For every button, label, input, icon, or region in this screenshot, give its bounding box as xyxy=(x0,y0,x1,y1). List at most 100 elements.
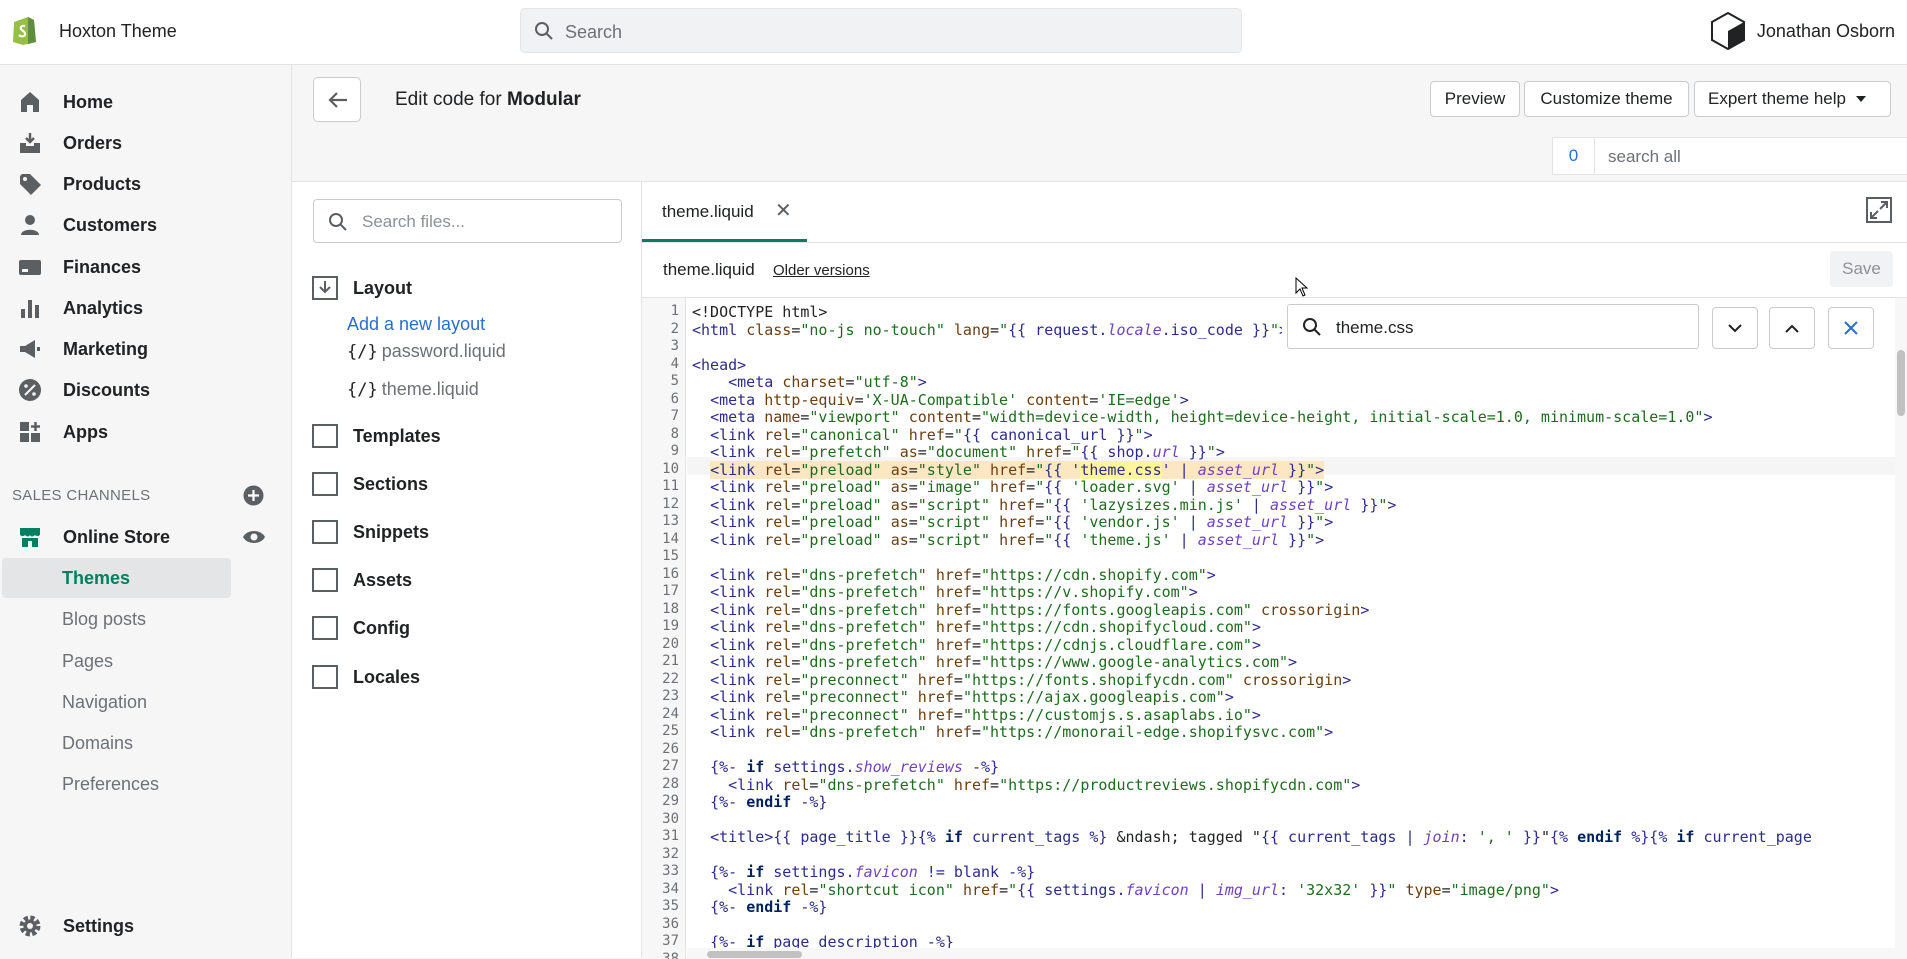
folder-layout[interactable]: Layout xyxy=(312,273,412,303)
search-icon xyxy=(1302,317,1322,337)
line-number: 5 xyxy=(671,373,679,389)
folder-locales[interactable]: Locales xyxy=(312,662,420,692)
line-number: 25 xyxy=(662,723,679,739)
sidebar-item-apps[interactable]: Apps xyxy=(0,412,290,452)
folder-sections[interactable]: Sections xyxy=(312,469,428,499)
sidebar-item-settings[interactable]: Settings xyxy=(0,906,290,946)
line-number: 3 xyxy=(671,338,679,354)
sidebar-item-marketing[interactable]: Marketing xyxy=(0,329,290,369)
line-number: 2 xyxy=(671,321,679,337)
sidebar-item-orders[interactable]: Orders xyxy=(0,123,290,163)
tab-bar-divider xyxy=(642,242,1907,243)
close-icon[interactable]: ✕ xyxy=(775,198,792,223)
code-line: <meta charset="utf-8"> xyxy=(692,373,927,391)
line-number: 33 xyxy=(662,863,679,879)
find-next-button[interactable] xyxy=(1712,307,1758,349)
user-menu[interactable]: Jonathan Osborn xyxy=(1711,10,1895,52)
file-search-input[interactable]: Search files... xyxy=(313,199,622,243)
sidebar-sub-pages[interactable]: Pages xyxy=(2,641,231,681)
scrollbar-thumb[interactable] xyxy=(707,951,802,958)
tab-theme-liquid[interactable]: theme.liquid ✕ xyxy=(642,182,807,242)
folder-config[interactable]: Config xyxy=(312,613,410,643)
folder-assets[interactable]: Assets xyxy=(312,565,412,595)
scrollbar-thumb[interactable] xyxy=(1897,350,1905,416)
file-label: password.liquid xyxy=(382,341,506,361)
sidebar-sub-preferences[interactable]: Preferences xyxy=(2,764,231,804)
line-number: 9 xyxy=(671,443,679,459)
line-number: 35 xyxy=(662,898,679,914)
horizontal-scrollbar[interactable] xyxy=(687,948,1895,959)
folder-snippets[interactable]: Snippets xyxy=(312,517,429,547)
folder-templates[interactable]: Templates xyxy=(312,421,441,451)
sidebar-sub-themes[interactable]: Themes xyxy=(2,558,231,598)
liquid-file-icon: {/} xyxy=(347,380,378,400)
sidebar-item-label: Finances xyxy=(63,257,141,278)
sidebar-sub-domains[interactable]: Domains xyxy=(2,723,231,763)
shopify-logo-icon[interactable] xyxy=(11,14,38,45)
line-number: 18 xyxy=(662,601,679,617)
line-number: 24 xyxy=(662,706,679,722)
code-line: <link rel="dns-prefetch" href="https://c… xyxy=(692,618,1261,636)
sidebar-item-finances[interactable]: Finances xyxy=(0,247,290,287)
sidebar-sub-label: Themes xyxy=(62,568,130,589)
line-number: 6 xyxy=(671,391,679,407)
search-all-input[interactable]: 0 search all xyxy=(1552,137,1907,175)
line-number: 32 xyxy=(662,846,679,862)
line-number: 7 xyxy=(671,408,679,424)
apps-icon xyxy=(18,420,42,444)
sidebar-item-customers[interactable]: Customers xyxy=(0,205,290,245)
line-number: 23 xyxy=(662,688,679,704)
sidebar-item-products[interactable]: Products xyxy=(0,164,290,204)
sidebar-sub-blog-posts[interactable]: Blog posts xyxy=(2,599,231,639)
vertical-scrollbar[interactable] xyxy=(1895,298,1907,959)
code-area[interactable]: 1234567891011121314151617181920212223242… xyxy=(642,297,1907,959)
sidebar-item-label: Settings xyxy=(63,916,134,937)
code-line: <link rel="preload" as="script" href="{{… xyxy=(692,496,1396,514)
sidebar-item-label: Discounts xyxy=(63,380,150,401)
code-line: <link rel="prefetch" as="document" href=… xyxy=(692,443,1225,461)
expand-icon[interactable] xyxy=(1866,197,1892,223)
global-search-input[interactable]: Search xyxy=(520,8,1242,53)
sidebar-item-label: Online Store xyxy=(63,527,170,548)
line-number: 36 xyxy=(662,916,679,932)
arrow-left-icon xyxy=(327,90,349,110)
main-content: Edit code for Modular Preview Customize … xyxy=(292,65,1907,958)
add-new-layout-link[interactable]: Add a new layout xyxy=(347,314,485,335)
older-versions-link[interactable]: Older versions xyxy=(773,262,870,279)
code-line: {%- if settings.show_reviews -%} xyxy=(692,758,999,776)
line-number: 15 xyxy=(662,548,679,564)
save-button[interactable]: Save xyxy=(1830,251,1893,287)
liquid-file-icon: {/} xyxy=(347,342,378,362)
line-number: 31 xyxy=(662,828,679,844)
line-number: 28 xyxy=(662,776,679,792)
sidebar-item-home[interactable]: Home xyxy=(0,82,290,122)
add-circle-icon[interactable] xyxy=(243,485,264,506)
sales-channels-title: SALES CHANNELS xyxy=(12,487,150,504)
code-line: <link rel="preload" as="style" href="{{ … xyxy=(692,461,1324,479)
line-number: 19 xyxy=(662,618,679,634)
code-line: <meta http-equiv='X-UA-Compatible' conte… xyxy=(692,391,1189,409)
code-line: {%- endif -%} xyxy=(692,898,827,916)
folder-label: Layout xyxy=(353,278,412,299)
sidebar-item-analytics[interactable]: Analytics xyxy=(0,288,290,328)
code-editor: theme.liquid ✕ theme.liquid Older versio… xyxy=(642,181,1907,958)
sidebar-sub-label: Navigation xyxy=(62,692,147,713)
file-password-liquid[interactable]: {/}password.liquid xyxy=(347,341,506,362)
find-previous-button[interactable] xyxy=(1769,307,1815,349)
sidebar-item-label: Products xyxy=(63,174,141,195)
preview-button[interactable]: Preview xyxy=(1430,81,1520,117)
find-input[interactable]: theme.css xyxy=(1287,304,1699,349)
sidebar-sub-navigation[interactable]: Navigation xyxy=(2,682,231,722)
expert-theme-help-button[interactable]: Expert theme help xyxy=(1694,81,1891,117)
finances-icon xyxy=(18,255,42,279)
file-theme-liquid[interactable]: {/}theme.liquid xyxy=(347,379,479,400)
store-name[interactable]: Hoxton Theme xyxy=(59,21,177,42)
line-number: 26 xyxy=(662,741,679,757)
customize-theme-button[interactable]: Customize theme xyxy=(1524,81,1689,117)
find-close-button[interactable] xyxy=(1828,307,1874,349)
sidebar-item-discounts[interactable]: Discounts xyxy=(0,370,290,410)
sidebar-item-label: Home xyxy=(63,92,113,113)
eye-icon[interactable] xyxy=(242,528,266,546)
line-number: 12 xyxy=(662,496,679,512)
back-button[interactable] xyxy=(313,77,361,122)
